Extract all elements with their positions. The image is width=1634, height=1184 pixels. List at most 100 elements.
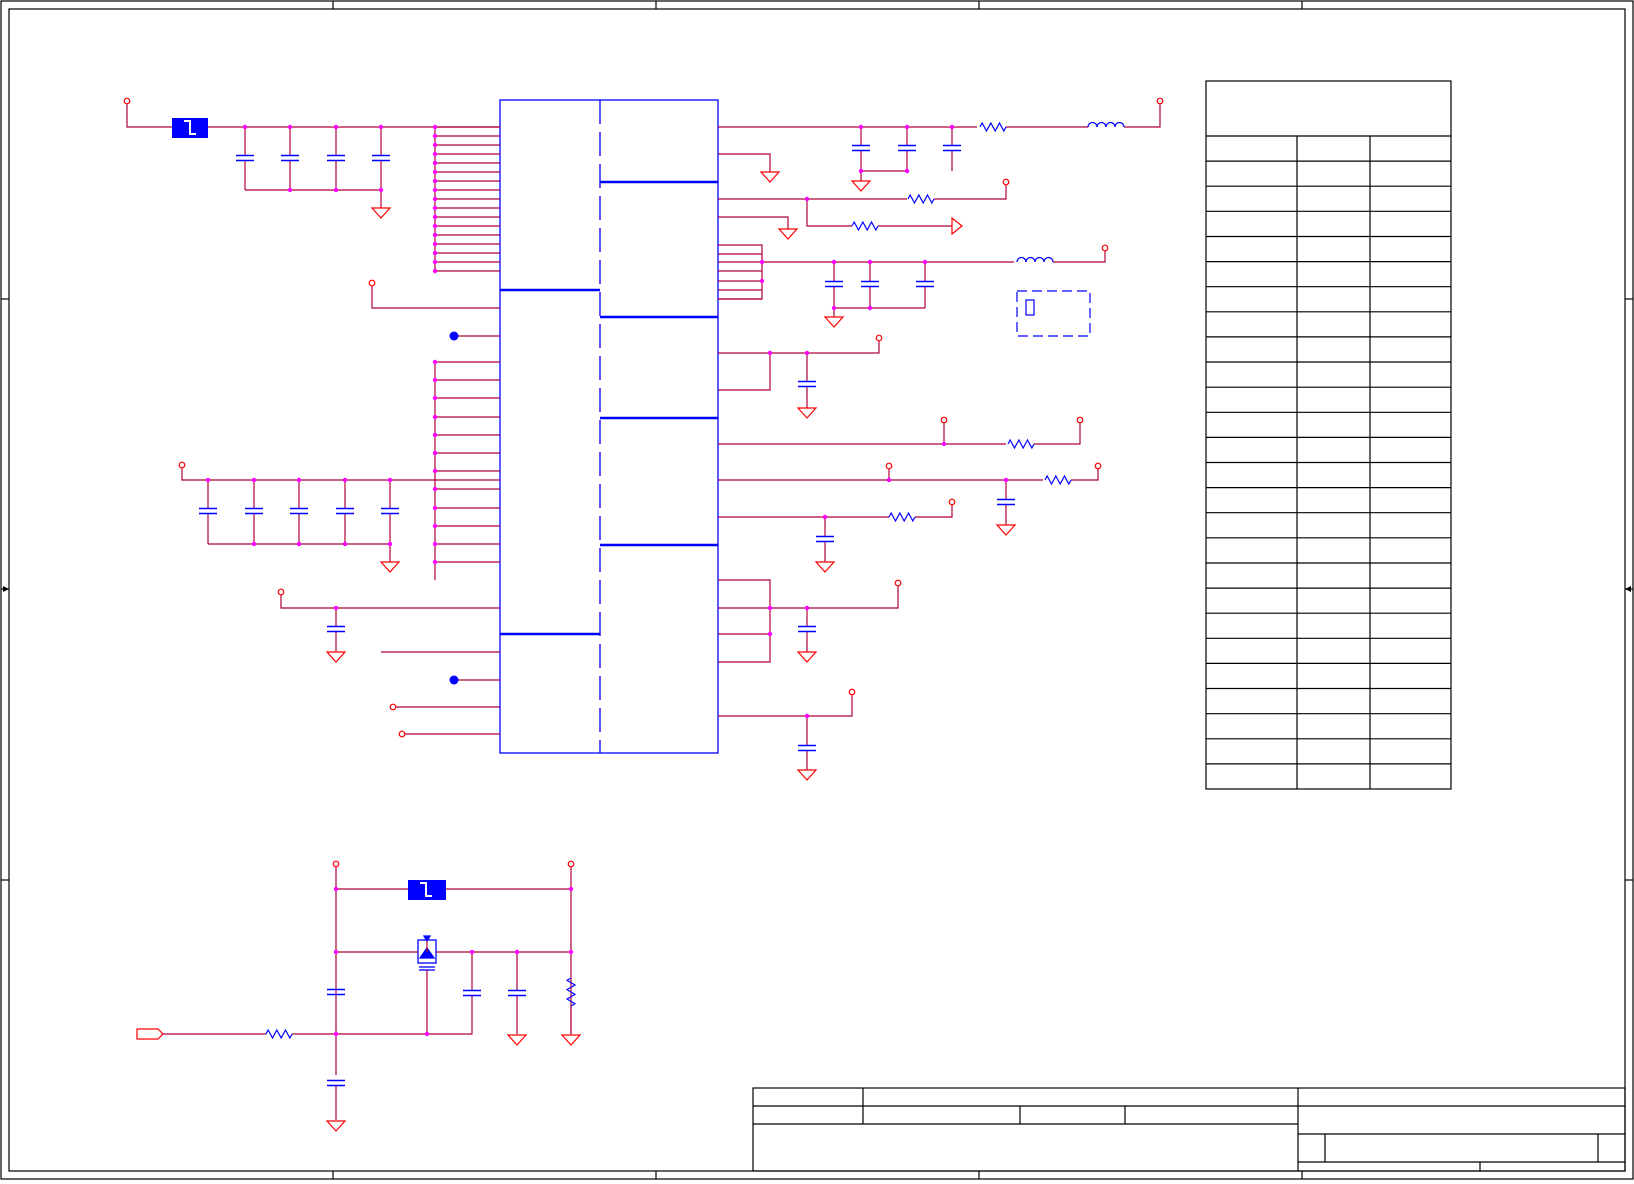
junction-dot <box>251 477 257 483</box>
junction-dot <box>759 259 765 265</box>
ground-symbol <box>796 651 818 663</box>
power-port <box>1101 244 1109 252</box>
wire <box>934 182 1007 200</box>
wire <box>718 153 771 172</box>
wire <box>280 592 500 609</box>
junction-dot <box>432 151 438 157</box>
junction-dot <box>767 605 773 611</box>
junction-dot <box>432 160 438 166</box>
ground-symbol <box>850 180 872 192</box>
junction-dot <box>432 205 438 211</box>
junction-dot <box>432 468 438 474</box>
junction-dot <box>469 949 475 955</box>
junction-dot <box>242 124 248 130</box>
edge-arrows <box>3 586 1631 592</box>
power-port <box>567 860 575 868</box>
power-port <box>894 579 902 587</box>
ground-symbol <box>796 407 818 419</box>
junction-dot <box>1003 477 1009 483</box>
power-port <box>875 334 883 342</box>
junction-dot <box>432 124 438 130</box>
resistor <box>851 220 879 232</box>
resistor <box>565 977 577 1007</box>
junction-dot <box>333 124 339 130</box>
junction-dot <box>831 259 837 265</box>
junction-dot <box>822 514 828 520</box>
junction-dot <box>858 168 864 174</box>
signal-arrow <box>951 216 963 236</box>
ground-symbol <box>823 316 845 328</box>
junction-dot <box>333 1031 339 1037</box>
input-port <box>136 1028 164 1040</box>
junction-dot <box>949 124 955 130</box>
inductor <box>1087 121 1125 128</box>
junction-dot <box>804 713 810 719</box>
ground-symbol <box>995 524 1017 536</box>
power-port <box>332 860 340 868</box>
junction-dot <box>432 250 438 256</box>
junction-dot <box>886 477 892 483</box>
ferrite-bead-top <box>172 118 208 138</box>
inductor <box>1016 256 1054 263</box>
power-port <box>277 588 285 596</box>
wire <box>915 502 953 518</box>
wire <box>181 465 500 481</box>
junction-dot <box>432 486 438 492</box>
junction-dot <box>333 886 339 892</box>
resistor <box>907 193 935 205</box>
junction-dot <box>432 196 438 202</box>
junction-dot <box>296 541 302 547</box>
pin-table <box>1205 80 1452 790</box>
junction-dot <box>432 133 438 139</box>
wire <box>806 199 852 227</box>
ground-symbol <box>777 228 799 240</box>
junction-dot <box>432 169 438 175</box>
junction-dot <box>333 605 339 611</box>
junction-dot <box>432 377 438 383</box>
junction-dot <box>904 124 910 130</box>
junction-dot <box>378 124 384 130</box>
wire <box>770 583 899 609</box>
junction-dot <box>378 187 384 193</box>
wire <box>1034 420 1081 445</box>
title-block <box>752 1087 1626 1172</box>
junction-dot <box>432 505 438 511</box>
resistor <box>1007 438 1035 450</box>
junction-dot <box>568 886 574 892</box>
junction-dot <box>432 268 438 274</box>
ic-chip <box>499 99 719 754</box>
junction-dot <box>568 949 574 955</box>
junction-dot <box>432 541 438 547</box>
junction-dot <box>432 214 438 220</box>
junction-dot <box>514 949 520 955</box>
wire <box>336 996 473 1035</box>
wire <box>1071 466 1099 481</box>
ground-symbol <box>379 561 401 573</box>
wire <box>718 692 853 717</box>
junction-dot <box>767 350 773 356</box>
ground-symbol <box>506 1034 528 1046</box>
wire <box>1124 101 1161 128</box>
resistor <box>888 511 916 523</box>
junction-dot <box>342 477 348 483</box>
junction-dot <box>432 241 438 247</box>
junction-dot <box>432 142 438 148</box>
wire <box>718 352 771 391</box>
power-port <box>1094 462 1102 470</box>
ground-symbol <box>814 561 836 573</box>
power-port <box>1002 178 1010 186</box>
junction-dot <box>296 477 302 483</box>
junction-dot <box>904 168 910 174</box>
power-port <box>940 416 948 424</box>
ferrite-bead-bottom <box>408 880 446 900</box>
power-port <box>389 703 397 711</box>
junction-dot <box>432 559 438 565</box>
junction-dot <box>387 541 393 547</box>
junction-dot <box>432 414 438 420</box>
junction-dot <box>432 395 438 401</box>
junction-dot <box>424 1031 430 1037</box>
wires <box>126 101 1161 1120</box>
power-port <box>398 730 406 738</box>
junction-dot <box>432 223 438 229</box>
junction-dot <box>432 187 438 193</box>
